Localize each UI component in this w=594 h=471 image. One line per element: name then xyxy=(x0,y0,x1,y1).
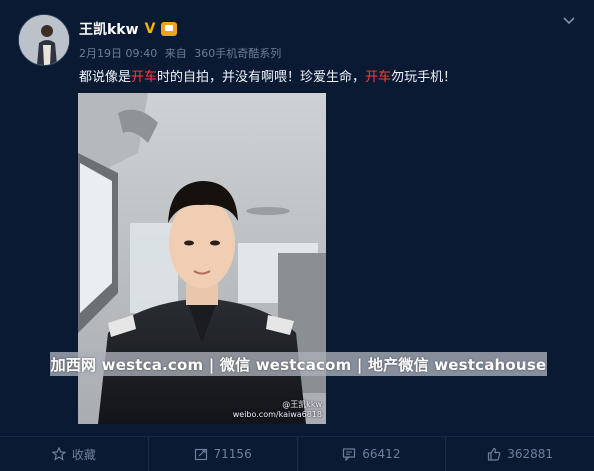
highlight-keyword[interactable]: 开车 xyxy=(131,70,157,85)
photo-credit: @王凯kkw weibo.com/kaiwa6818 xyxy=(233,400,322,420)
action-bar: 收藏 71156 66412 362881 xyxy=(0,436,594,471)
chevron-down-icon[interactable] xyxy=(562,14,576,28)
post-meta: 2月19日 09:40 来自 360手机奇酷系列 xyxy=(79,45,285,61)
comment-button[interactable]: 66412 xyxy=(296,437,446,471)
repost-icon xyxy=(194,448,207,461)
favorite-button[interactable]: 收藏 xyxy=(0,437,148,471)
text-segment: 勿玩手机！ xyxy=(391,70,457,85)
repost-button[interactable]: 71156 xyxy=(147,437,297,471)
text-segment: 时的自拍，并没有啊喂！珍爱生命， xyxy=(157,70,366,85)
user-name-row: 王凯kkw V xyxy=(79,19,178,39)
comment-icon xyxy=(343,448,356,461)
verified-icon: V xyxy=(144,21,156,37)
watermark-banner: 加西网 westca.com | 微信 westcacom | 地产微信 wes… xyxy=(50,352,547,376)
watermark-text: 加西网 westca.com | 微信 westcacom | 地产微信 wes… xyxy=(50,355,547,374)
post-source-prefix: 来自 xyxy=(164,47,187,60)
vip-member-icon xyxy=(161,22,178,36)
post-date[interactable]: 2月19日 09:40 xyxy=(79,47,157,60)
user-avatar[interactable] xyxy=(18,14,70,66)
highlight-keyword[interactable]: 开车 xyxy=(365,70,391,85)
repost-count: 71156 xyxy=(213,447,252,461)
photo-credit-handle: @王凯kkw xyxy=(282,400,322,409)
like-count: 362881 xyxy=(507,447,554,461)
photo-credit-url: weibo.com/kaiwa6818 xyxy=(232,410,322,419)
weibo-post: 王凯kkw V 2月19日 09:40 来自 360手机奇酷系列 都说像是开车时… xyxy=(0,0,594,471)
post-source[interactable]: 360手机奇酷系列 xyxy=(194,47,281,60)
user-name[interactable]: 王凯kkw xyxy=(79,19,139,39)
avatar-image xyxy=(19,15,69,65)
like-button[interactable]: 362881 xyxy=(445,437,594,471)
comment-count: 66412 xyxy=(362,447,401,461)
like-icon xyxy=(488,447,501,461)
text-segment: 都说像是 xyxy=(79,70,132,85)
post-text: 都说像是开车时的自拍，并没有啊喂！珍爱生命，开车勿玩手机！ xyxy=(79,66,456,85)
star-icon xyxy=(51,447,66,461)
favorite-label: 收藏 xyxy=(71,447,96,462)
